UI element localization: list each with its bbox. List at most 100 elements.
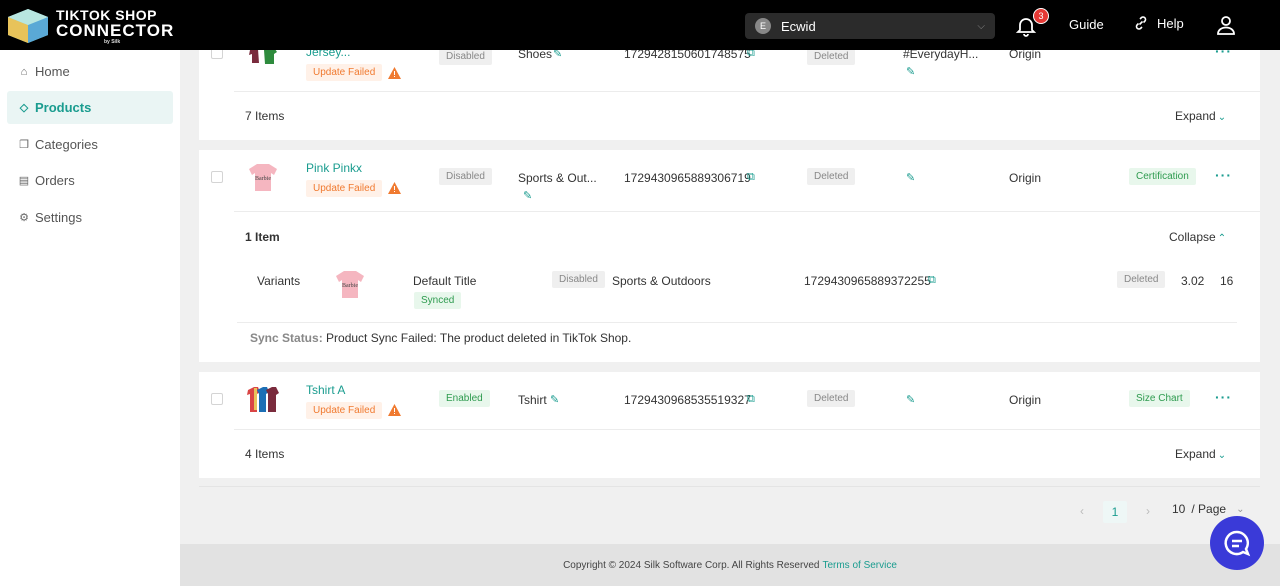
chevron-down-icon: ⌵ [977, 20, 985, 32]
product-card: Barbie Pink Pinkx Update Failed Disabled… [199, 150, 1260, 362]
link-icon [1135, 16, 1147, 30]
variant-state-tag: Disabled [552, 271, 605, 288]
cube-logo-icon [8, 9, 48, 43]
edit-icon[interactable]: ✎ [906, 171, 915, 184]
sync-tag: Deleted [807, 168, 856, 185]
edit-icon[interactable]: ✎ [906, 393, 915, 406]
origin-text: Origin [1009, 50, 1042, 61]
more-icon[interactable]: ··· [1215, 389, 1232, 405]
sidebar-item-label: Categories [35, 137, 98, 152]
expand-toggle[interactable]: Expand ⌄ [1175, 109, 1226, 123]
category-text: Shoes [518, 50, 553, 61]
edit-icon[interactable]: ✎ [906, 65, 915, 78]
size-chart-tag: Size Chart [1129, 390, 1190, 407]
terms-link[interactable]: Terms of Service [822, 560, 896, 571]
product-name[interactable]: Jersey... [306, 50, 350, 59]
svg-text:Barbie: Barbie [342, 283, 358, 289]
sidebar-item-settings[interactable]: ⚙ Settings [7, 201, 173, 234]
product-name[interactable]: Tshirt A [306, 383, 345, 397]
sync-tag: Deleted [807, 50, 856, 65]
sidebar-item-categories[interactable]: ❐ Categories [7, 128, 173, 161]
guide-link[interactable]: Guide [1069, 17, 1104, 32]
category-text: Sports & Out... [518, 171, 597, 185]
copy-icon[interactable]: ⧉ [928, 274, 936, 287]
items-count: 1 Item [245, 230, 280, 244]
sidebar-item-label: Home [35, 64, 70, 79]
footer: Copyright © 2024 Silk Software Corp. All… [180, 544, 1280, 586]
copy-icon[interactable]: ⧉ [747, 393, 755, 406]
expand-label: Expand [1175, 109, 1216, 123]
tiktok-id: 1729428150601748575 [624, 50, 751, 61]
sync-status-label: Sync Status: [250, 331, 323, 345]
copy-icon: ❐ [19, 139, 29, 151]
store-select[interactable]: E Ecwid ⌵ [745, 13, 995, 39]
user-icon[interactable] [1216, 15, 1236, 35]
sidebar-item-label: Orders [35, 173, 75, 188]
chevron-up-icon: ⌃ [1217, 233, 1227, 244]
variants-label: Variants [257, 274, 301, 288]
notification-badge: 3 [1033, 8, 1049, 24]
help-link[interactable]: Help [1133, 15, 1184, 31]
product-thumbnail [249, 50, 277, 64]
chat-button[interactable] [1210, 516, 1264, 570]
warning-icon[interactable] [388, 404, 401, 416]
store-avatar: E [755, 18, 771, 34]
row-checkbox[interactable] [211, 171, 223, 183]
product-thumbnail: Barbie [249, 164, 277, 191]
row-checkbox[interactable] [211, 50, 223, 59]
variant-thumbnail: Barbie [336, 271, 364, 298]
warning-icon[interactable] [388, 67, 401, 79]
collapse-toggle[interactable]: Collapse ⌃ [1169, 230, 1226, 244]
tiktok-id: 1729430968535519327 [624, 393, 751, 407]
page-size-select[interactable]: 10 / Page ⌄ [1172, 502, 1244, 516]
main-content: Jersey... Update Failed Disabled Shoes ✎… [180, 50, 1280, 544]
origin-text: Origin [1009, 393, 1042, 407]
warning-icon[interactable] [388, 182, 401, 194]
edit-icon[interactable]: ✎ [553, 50, 562, 60]
app-logo[interactable]: TIKTOK SHOP CONNECTOR by Silk [6, 6, 173, 46]
gear-icon: ⚙ [19, 212, 29, 224]
origin-text: Origin [1009, 171, 1042, 185]
page-number-current[interactable]: 1 [1103, 501, 1127, 523]
product-name[interactable]: Pink Pinkx [306, 161, 362, 175]
next-page-icon[interactable]: › [1146, 504, 1150, 518]
more-icon[interactable]: ··· [1215, 50, 1232, 59]
divider [234, 429, 1260, 430]
row-checkbox[interactable] [211, 393, 223, 405]
copy-icon[interactable]: ⧉ [747, 50, 755, 60]
status-tag: Update Failed [306, 64, 383, 81]
edit-icon[interactable]: ✎ [550, 393, 559, 406]
chevron-down-icon: ⌄ [1236, 503, 1245, 515]
divider [199, 486, 1260, 487]
tiktok-id: 1729430965889306719 [624, 171, 751, 185]
tag-icon: ◇ [19, 102, 29, 114]
sidebar-item-products[interactable]: ◇ Products [7, 91, 173, 124]
variant-sync-tag: Deleted [1117, 271, 1166, 288]
chevron-down-icon: ⌄ [1217, 450, 1227, 461]
state-tag: Disabled [439, 50, 492, 65]
variant-price: 3.02 [1181, 274, 1205, 288]
state-tag: Disabled [439, 168, 492, 185]
variant-title: Default Title [413, 274, 477, 288]
sidebar-item-label: Settings [35, 210, 82, 225]
prev-page-icon[interactable]: ‹ [1080, 504, 1084, 518]
divider [237, 322, 1237, 323]
top-bar: TIKTOK SHOP CONNECTOR by Silk E Ecwid ⌵ … [0, 0, 1280, 50]
sidebar-item-orders[interactable]: ▤ Orders [7, 164, 173, 197]
expand-toggle[interactable]: Expand ⌄ [1175, 447, 1226, 461]
copy-icon[interactable]: ⧉ [747, 171, 755, 184]
page-size-suffix: / Page [1191, 502, 1227, 516]
sync-tag: Deleted [807, 390, 856, 407]
svg-text:Barbie: Barbie [255, 176, 271, 182]
sidebar-item-home[interactable]: ⌂ Home [7, 55, 173, 88]
items-count: 7 Items [245, 109, 285, 123]
synced-tag: Synced [414, 292, 462, 309]
sync-status-text: Product Sync Failed: The product deleted… [326, 331, 632, 345]
more-icon[interactable]: ··· [1215, 167, 1232, 183]
sidebar-item-label: Products [35, 100, 92, 115]
sidebar: ⌂ Home ◇ Products ❐ Categories ▤ Orders … [0, 50, 180, 586]
divider [234, 211, 1260, 212]
certification-tag: Certification [1129, 168, 1196, 185]
edit-icon[interactable]: ✎ [523, 189, 532, 202]
help-label: Help [1157, 15, 1184, 31]
